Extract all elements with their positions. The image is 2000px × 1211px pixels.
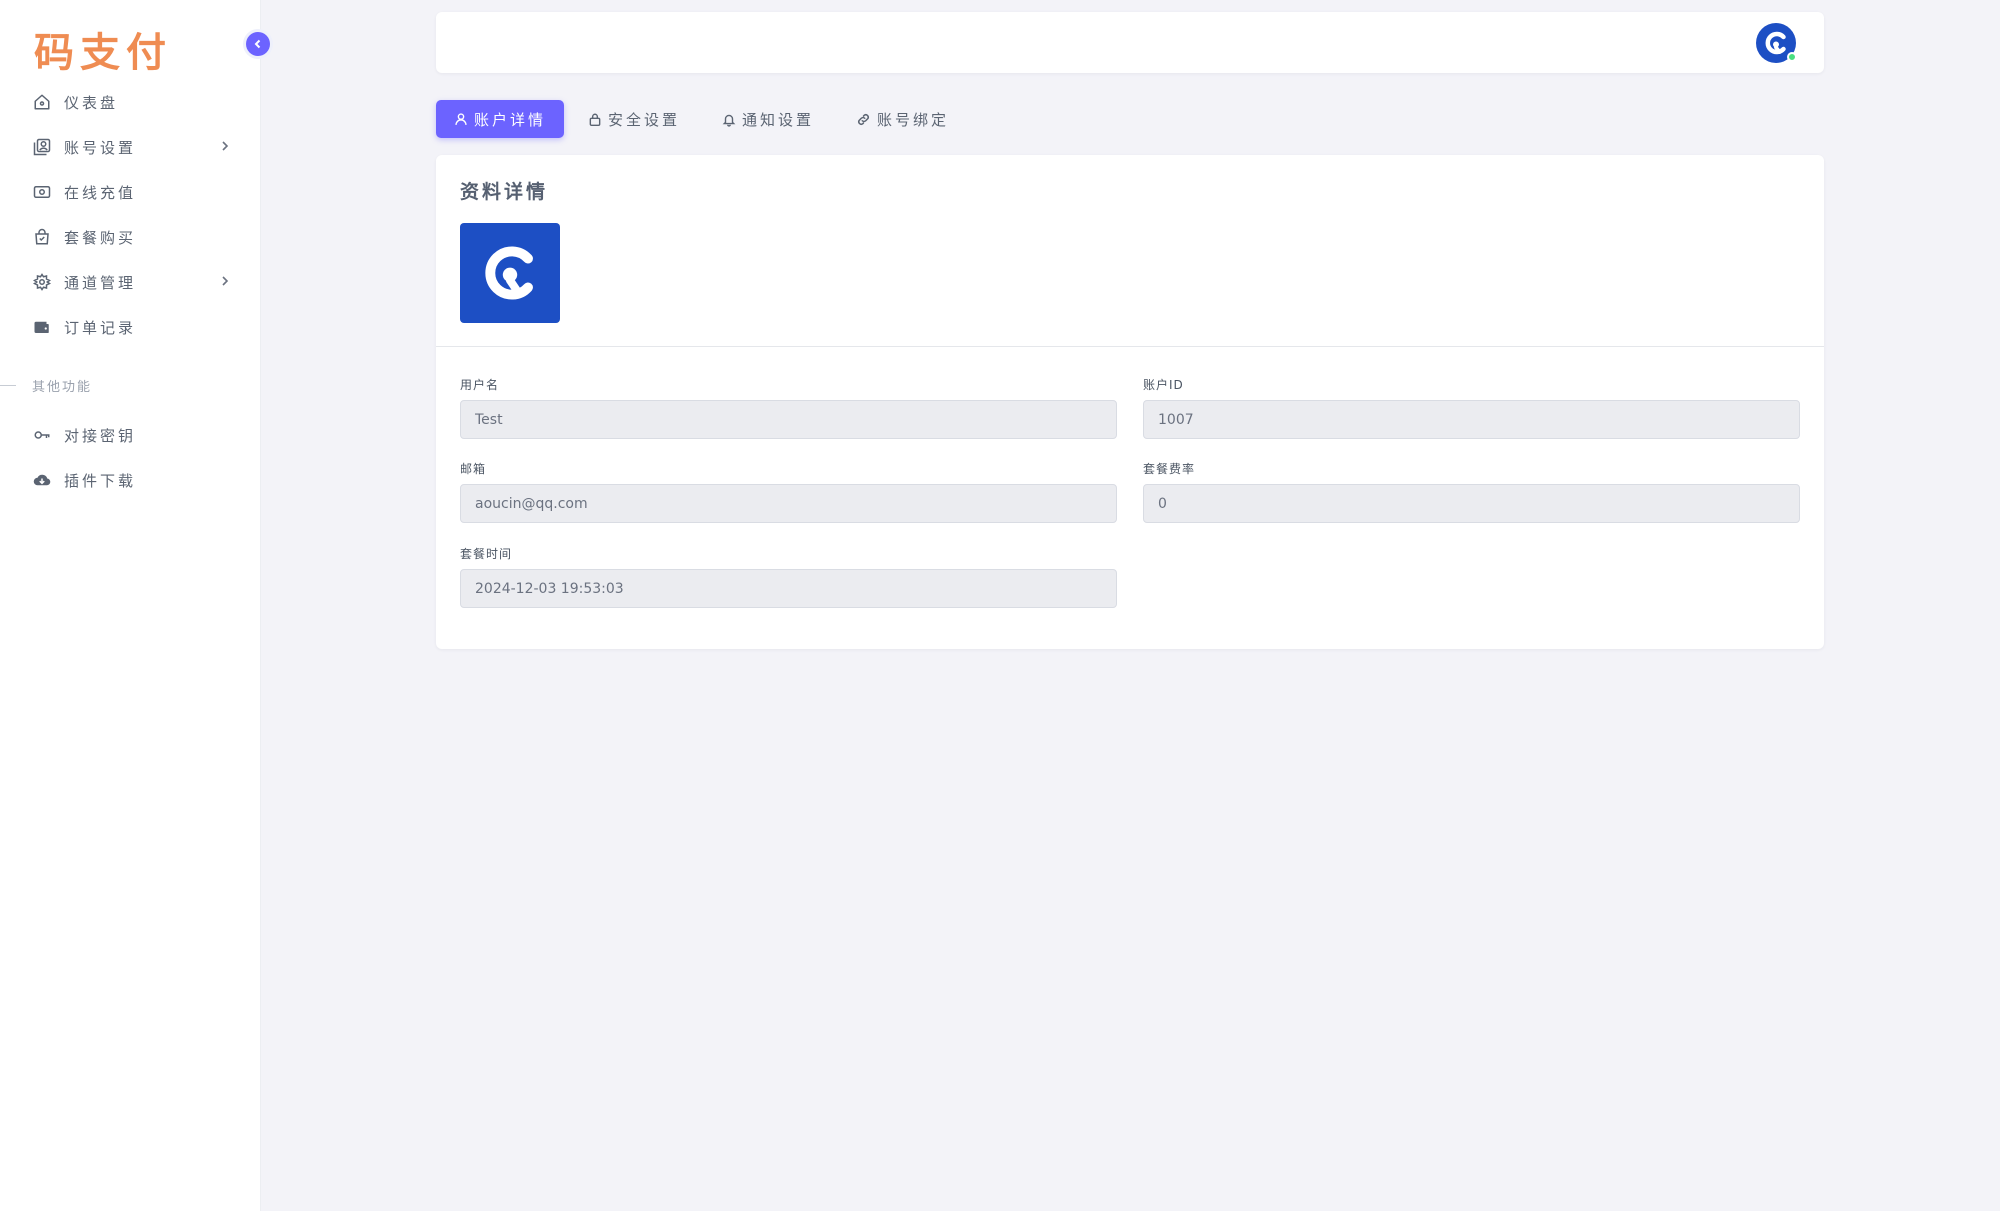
sidebar-item-label: 订单记录 (64, 318, 137, 337)
tab-label: 安全设置 (608, 110, 681, 129)
wallet-icon (30, 315, 54, 339)
gear-icon (30, 270, 54, 294)
bell-icon (722, 112, 736, 127)
card-title: 资料详情 (460, 181, 549, 203)
shopping-bag-icon (30, 225, 54, 249)
sidebar-item-label: 账号设置 (64, 138, 137, 157)
card-divider (436, 346, 1824, 347)
sidebar-item-order-records[interactable]: 订单记录 (30, 309, 236, 345)
sidebar-item-label: 仪表盘 (64, 93, 119, 112)
tab-account-details[interactable]: 账户详情 (436, 100, 565, 138)
rate-label: 套餐费率 (1143, 462, 1196, 476)
sidebar: 码支付 仪表盘 账号设置 在线充值 套餐购买 通道管理 订单记录 其他功能 对接… (0, 0, 261, 1211)
sidebar-item-channel-management[interactable]: 通道管理 (30, 264, 236, 300)
cash-icon (30, 180, 54, 204)
section-divider (0, 385, 16, 386)
link-icon (856, 112, 871, 127)
tab-account-binding[interactable]: 账号绑定 (838, 100, 967, 138)
package-time-field[interactable] (460, 569, 1117, 608)
settings-tabs: 账户详情 安全设置 通知设置 账号绑定 (436, 100, 973, 138)
tab-notification-settings[interactable]: 通知设置 (704, 100, 832, 138)
sidebar-section-label: 其他功能 (0, 376, 92, 395)
chevron-right-icon (220, 274, 230, 292)
sidebar-item-account-settings[interactable]: 账号设置 (30, 129, 236, 165)
sidebar-item-label: 通道管理 (64, 273, 137, 292)
profile-details-card: 资料详情 用户名 账户ID 邮箱 套餐费率 套餐时间 (436, 155, 1824, 649)
online-status-dot (1787, 52, 1797, 62)
user-avatar[interactable] (1756, 23, 1797, 63)
sidebar-item-label: 插件下载 (64, 471, 137, 490)
top-bar (436, 12, 1824, 73)
user-icon (454, 112, 468, 126)
account-id-label: 账户ID (1143, 378, 1184, 392)
chevron-left-icon (252, 38, 264, 50)
package-time-label: 套餐时间 (460, 547, 513, 561)
sidebar-collapse-button[interactable] (246, 32, 270, 56)
tab-security-settings[interactable]: 安全设置 (570, 100, 698, 138)
sidebar-item-dashboard[interactable]: 仪表盘 (30, 84, 236, 120)
rate-field[interactable] (1143, 484, 1800, 523)
tab-label: 通知设置 (742, 110, 815, 129)
lock-icon (588, 112, 602, 127)
sidebar-item-label: 在线充值 (64, 183, 137, 202)
tab-label: 账号绑定 (877, 110, 950, 129)
profile-image (460, 223, 560, 323)
chevron-right-icon (220, 139, 230, 157)
account-card-icon (30, 135, 54, 159)
brand-mark-icon (485, 246, 533, 300)
email-field[interactable] (460, 484, 1117, 523)
home-icon (30, 90, 54, 114)
tab-label: 账户详情 (474, 110, 547, 129)
username-label: 用户名 (460, 378, 500, 392)
username-field[interactable] (460, 400, 1117, 439)
brand-logo[interactable]: 码支付 (34, 20, 172, 78)
cloud-download-icon (30, 468, 54, 492)
account-id-field[interactable] (1143, 400, 1800, 439)
key-icon (30, 423, 54, 447)
sidebar-item-label: 对接密钥 (64, 426, 137, 445)
brand-mark-icon (1765, 31, 1786, 55)
email-label: 邮箱 (460, 462, 487, 476)
section-label-text: 其他功能 (32, 380, 93, 395)
sidebar-item-package-purchase[interactable]: 套餐购买 (30, 219, 236, 255)
sidebar-item-plugin-download[interactable]: 插件下载 (30, 462, 236, 498)
sidebar-item-label: 套餐购买 (64, 228, 137, 247)
sidebar-item-online-recharge[interactable]: 在线充值 (30, 174, 236, 210)
sidebar-item-api-keys[interactable]: 对接密钥 (30, 417, 236, 453)
